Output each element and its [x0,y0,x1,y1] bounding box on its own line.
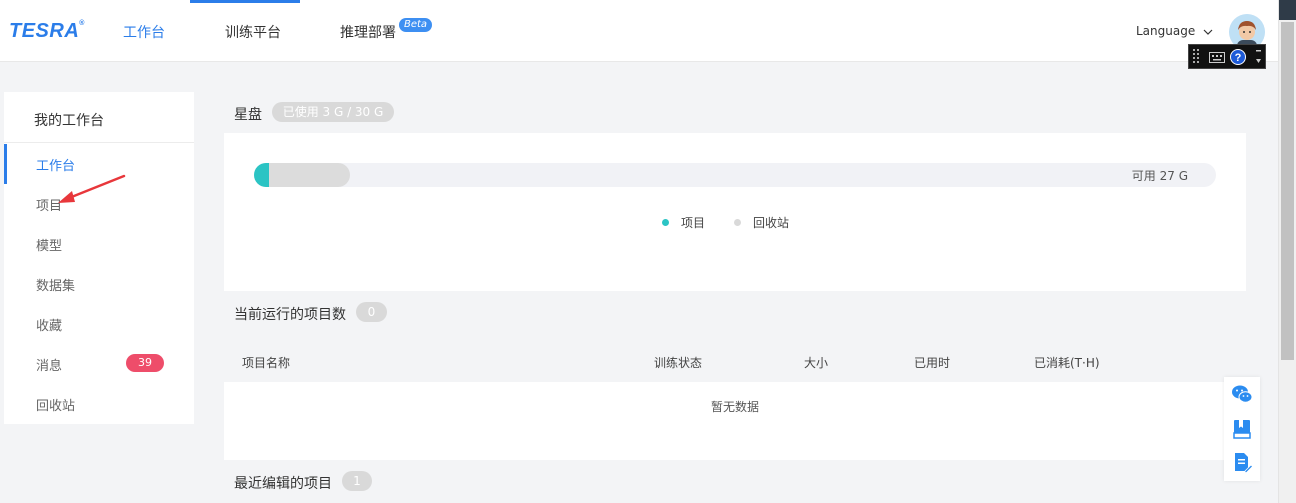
beta-badge: Beta [399,18,433,32]
column-size: 大小 [804,356,829,370]
document-edit-icon[interactable] [1231,451,1253,473]
grip-icon [1193,49,1199,63]
storage-progress-bar: 可用 27 G [254,163,1216,187]
sidebar-item-messages[interactable]: 消息 [36,355,62,374]
wechat-icon[interactable] [1231,384,1253,404]
svg-text:?: ? [1235,52,1242,64]
menu-arrow-icon[interactable] [1255,49,1263,65]
storage-card: 可用 27 G 项目 回收站 [224,133,1246,291]
floating-tools-panel [1224,377,1260,481]
scrollbar-cap [1279,0,1296,20]
storage-project-fill [254,163,270,187]
sidebar-active-indicator [4,144,7,184]
recent-projects-count: 1 [342,471,372,491]
column-elapsed: 已用时 [914,356,951,370]
scrollbar-thumb[interactable] [1281,22,1294,360]
logo-registered-mark: ® [79,20,85,27]
storage-usage-pill: 已使用 3 G / 30 G [272,102,394,122]
nav-item-training[interactable]: 训练平台 [225,22,281,42]
brand-logo[interactable]: TESRA® [9,20,85,43]
sidebar-item-datasets[interactable]: 数据集 [36,275,75,294]
running-table-body: 暂无数据 [224,382,1246,460]
legend-project-label: 项目 [681,216,706,230]
logo-text: TESRA [9,20,80,42]
running-projects-title: 当前运行的项目数 [234,307,346,323]
empty-state-text: 暂无数据 [710,400,759,414]
storage-available-label: 可用 27 G [1131,169,1188,183]
legend-project-dot [662,219,669,226]
storage-recycle-fill [269,163,351,187]
legend-recycle-label: 回收站 [753,216,790,230]
sidebar: 我的工作台 工作台 项目 模型 数据集 收藏 消息 39 回收站 [4,92,194,424]
language-label: Language [1136,24,1196,38]
language-selector[interactable]: Language [1136,24,1213,38]
sidebar-item-recycle-bin[interactable]: 回收站 [36,395,75,414]
legend-recycle-dot [734,219,741,226]
ime-toolbar: ? [1188,44,1266,69]
storage-title: 星盘 [234,107,262,123]
sidebar-title: 我的工作台 [34,113,104,129]
book-icon[interactable] [1231,418,1253,440]
nav-active-indicator [190,0,300,3]
nav-item-inference[interactable]: 推理部署 [340,22,396,42]
annotation-arrow-icon [58,174,126,203]
message-count-badge: 39 [126,354,164,372]
nav-item-workbench[interactable]: 工作台 [123,22,165,42]
column-consumed: 已消耗(T·H) [1034,356,1100,370]
chevron-down-icon [1203,29,1213,35]
top-navbar: TESRA® 工作台 训练平台 推理部署 Beta Language [0,0,1278,62]
running-table-header: 项目名称 训练状态 大小 已用时 已消耗(T·H) [224,342,1246,382]
sidebar-item-models[interactable]: 模型 [36,235,62,254]
help-icon[interactable]: ? [1230,49,1246,65]
keyboard-icon[interactable] [1209,52,1225,64]
recent-projects-title: 最近编辑的项目 [234,476,332,492]
sidebar-item-favorites[interactable]: 收藏 [36,315,62,334]
page-scrollbar[interactable] [1278,0,1296,503]
sidebar-divider [4,142,194,143]
column-project-name: 项目名称 [242,356,291,370]
column-training-status: 训练状态 [654,356,703,370]
running-projects-count: 0 [356,302,387,322]
